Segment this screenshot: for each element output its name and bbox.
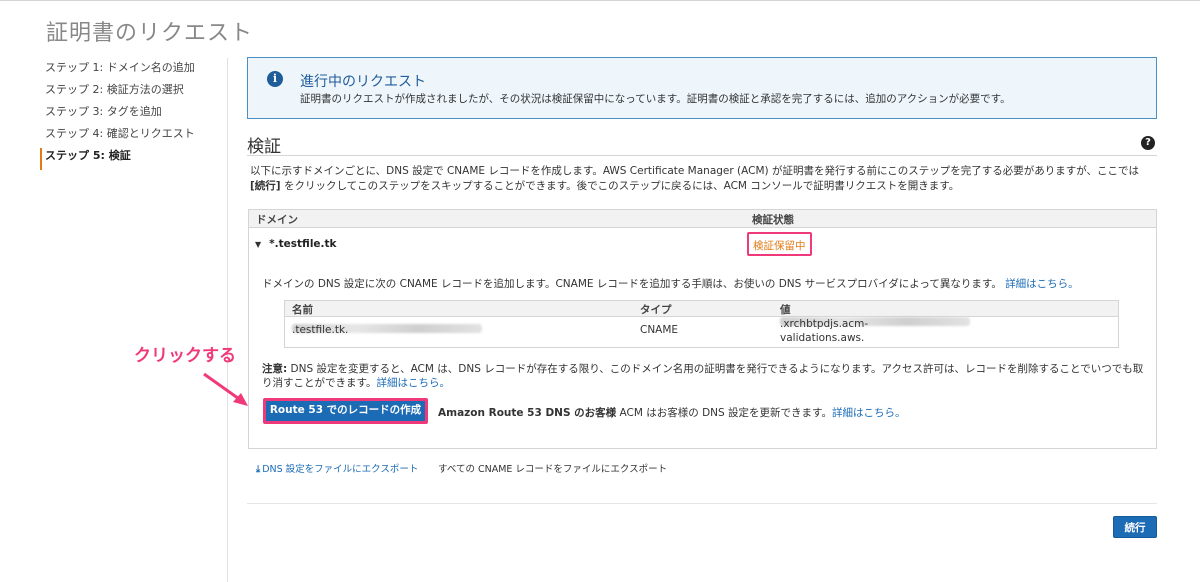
click-annotation: クリックする <box>134 346 236 366</box>
help-icon[interactable]: ? <box>1141 136 1155 150</box>
details-link-note[interactable]: 詳細はこちら。 <box>376 377 450 389</box>
continue-button[interactable]: 続行 <box>1113 516 1157 538</box>
domain-name: *.testfile.tk <box>269 238 337 250</box>
caution-note: 注意: DNS 設定を変更すると、ACM は、DNS レコードが存在する限り、こ… <box>262 362 1152 390</box>
step-1[interactable]: ステップ 1: ドメイン名の追加 <box>40 60 220 82</box>
step-2[interactable]: ステップ 2: 検証方法の選択 <box>40 82 220 104</box>
steps-nav: ステップ 1: ドメイン名の追加 ステップ 2: 検証方法の選択 ステップ 3:… <box>40 60 220 170</box>
download-icon: ⤓ <box>256 464 261 475</box>
footer-divider <box>247 503 1157 504</box>
record-value-line1: .xrchbtpdjs.acm- <box>780 318 869 330</box>
record-row: .testfile.tk. CNAME .xrchbtpdjs.acm-vali… <box>285 317 1118 347</box>
collapse-triangle-icon[interactable]: ▼ <box>255 240 261 249</box>
header-status: 検証状態 <box>752 214 794 226</box>
record-value-line2: validations.aws. <box>780 332 865 344</box>
domain-row-toggle[interactable]: ▼ *.testfile.tk <box>255 238 337 250</box>
header-name: 名前 <box>292 304 313 316</box>
details-link-route53[interactable]: 詳細はこちら。 <box>832 407 906 419</box>
record-name-suffix: .testfile.tk. <box>292 324 349 336</box>
section-title: 検証 <box>247 137 281 157</box>
create-route53-record-button[interactable]: Route 53 でのレコードの作成 <box>263 398 428 424</box>
desc-part1: 以下に示すドメインごとに、DNS 設定で CNAME レコードを作成します。AW… <box>250 165 1140 177</box>
step-4[interactable]: ステップ 4: 確認とリクエスト <box>40 126 220 148</box>
section-divider <box>247 155 1157 156</box>
export-description: すべての CNAME レコードをファイルにエクスポート <box>438 464 668 475</box>
export-link-text[interactable]: DNS 設定をファイルにエクスポート <box>262 464 418 475</box>
top-border <box>0 0 1200 1</box>
info-title: 進行中のリクエスト <box>300 74 426 90</box>
step-5-active[interactable]: ステップ 5: 検証 <box>40 148 220 170</box>
section-description: 以下に示すドメインごとに、DNS 設定で CNAME レコードを作成します。AW… <box>250 164 1155 194</box>
cname-note-text: ドメインの DNS 設定に次の CNAME レコードを追加します。CNAME レ… <box>262 278 1002 290</box>
export-dns-link[interactable]: ⤓ DNS 設定をファイルにエクスポート <box>256 461 418 475</box>
desc-part2: をクリックしてこのステップをスキップすることができます。後でこのステップに戻るに… <box>280 180 960 192</box>
info-body: 証明書のリクエストが作成されましたが、その状況は検証保留中になっています。証明書… <box>300 93 1011 105</box>
record-table: 名前 タイプ 値 .testfile.tk. CNAME .xrchbtpdjs… <box>284 300 1119 348</box>
step-3[interactable]: ステップ 3: タグを追加 <box>40 104 220 126</box>
route53-desc-text: ACM はお客様の DNS 設定を更新できます。 <box>616 407 832 419</box>
route53-desc-bold: Amazon Route 53 DNS のお客様 <box>438 407 617 419</box>
record-table-header: 名前 タイプ 値 <box>285 301 1118 317</box>
note-label: 注意: <box>262 363 288 375</box>
record-type: CNAME <box>640 324 679 336</box>
info-banner: i 進行中のリクエスト 証明書のリクエストが作成されましたが、その状況は検証保留… <box>247 57 1157 119</box>
steps-divider <box>227 58 228 582</box>
annotation-arrow-icon <box>203 372 248 406</box>
info-icon: i <box>267 71 283 87</box>
cname-instructions: ドメインの DNS 設定に次の CNAME レコードを追加します。CNAME レ… <box>262 276 1079 291</box>
desc-continue-ref: [続行] <box>250 180 281 192</box>
domain-table-header: ドメイン 検証状態 <box>249 210 1156 228</box>
page-title: 証明書のリクエスト <box>46 21 254 46</box>
header-type: タイプ <box>640 304 672 316</box>
details-link-cname[interactable]: 詳細はこちら。 <box>1005 278 1079 290</box>
status-badge: 検証保留中 <box>747 232 812 256</box>
header-domain: ドメイン <box>256 214 298 226</box>
domain-table: ドメイン 検証状態 ▼ *.testfile.tk 検証保留中 ドメインの DNS… <box>248 209 1157 449</box>
header-value: 値 <box>780 304 791 316</box>
route53-description: Amazon Route 53 DNS のお客様 ACM はお客様の DNS 設… <box>438 405 905 420</box>
